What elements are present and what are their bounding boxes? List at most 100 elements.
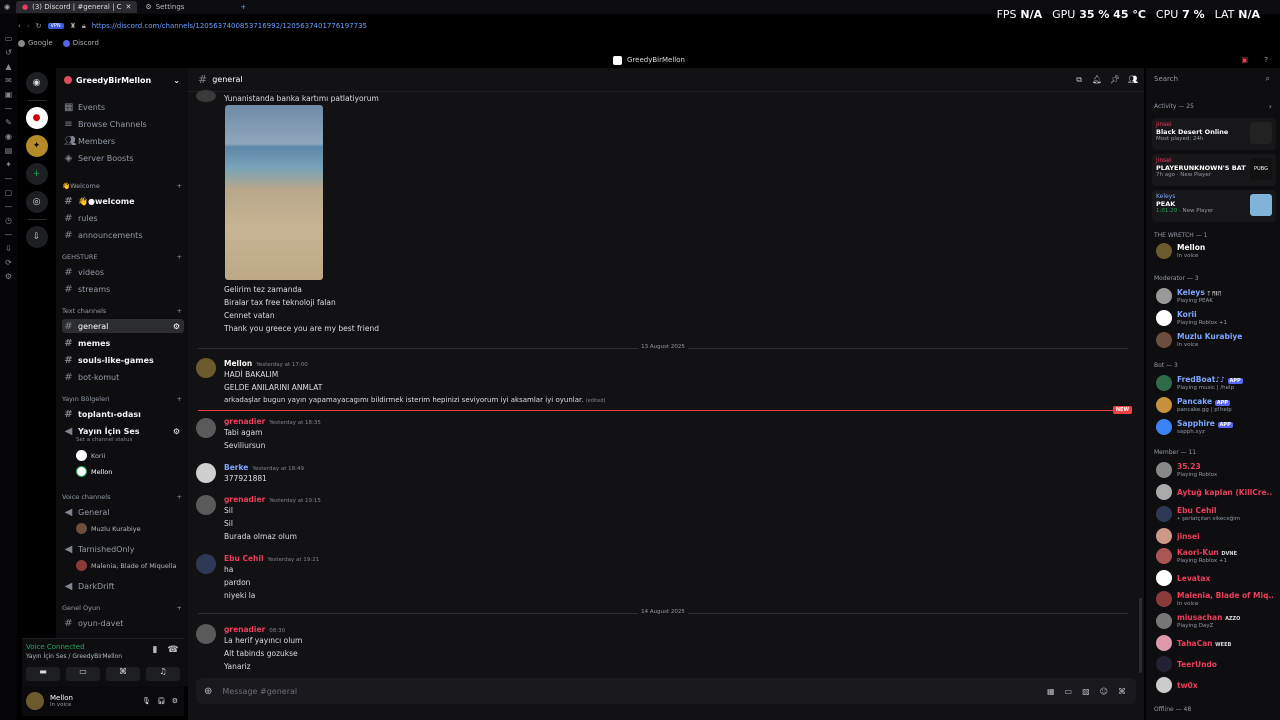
vpn-badge[interactable]: VPN: [47, 23, 64, 29]
voice-channel-tarnishedonly[interactable]: ◀ TarnishedOnly: [62, 542, 184, 556]
discord-home-icon[interactable]: ◉: [25, 72, 48, 94]
message-author[interactable]: grenadier Yesterday at 19:15: [224, 495, 321, 504]
refresh-icon[interactable]: ⟳: [5, 258, 12, 267]
history-icon[interactable]: ↺: [5, 48, 12, 57]
message-icon[interactable]: ▢: [5, 188, 13, 197]
add-attachment-icon[interactable]: ⊕: [204, 686, 212, 697]
avatar[interactable]: [196, 418, 216, 438]
disconnect-icon[interactable]: ☎: [167, 645, 178, 655]
lock-icon[interactable]: ▲: [5, 62, 11, 71]
new-tab-button[interactable]: +: [240, 3, 246, 11]
chevron-right-icon[interactable]: ›: [1269, 102, 1272, 111]
download-apps-icon[interactable]: ⇩: [25, 226, 48, 248]
sticker-icon[interactable]: ▧: [1082, 687, 1090, 696]
close-icon[interactable]: ✕: [126, 3, 132, 11]
category-text-channels[interactable]: Text channels +: [62, 307, 182, 315]
gift-icon[interactable]: ▦: [1047, 687, 1055, 696]
chat-icon[interactable]: ▣: [5, 90, 13, 99]
activity-header[interactable]: Activity — 25: [1154, 103, 1194, 110]
composer-placeholder[interactable]: Message #general: [222, 687, 297, 696]
mail-icon[interactable]: ✉: [5, 76, 12, 85]
channel-memes[interactable]: # memes: [62, 336, 184, 350]
bookmark-google[interactable]: Google: [18, 39, 53, 47]
members-icon[interactable]: 👥︎: [1128, 75, 1138, 84]
microphone-icon[interactable]: 🎙︎: [142, 697, 151, 705]
tab-discord[interactable]: ● (3) Discord | #general | C ✕: [16, 1, 138, 13]
sidebar-icon[interactable]: ▭: [5, 34, 13, 43]
pin-icon[interactable]: ✎: [5, 118, 12, 127]
bag-icon[interactable]: ▤: [5, 146, 13, 155]
channel-souls-like-games[interactable]: # souls-like-games: [62, 353, 184, 367]
threads-icon[interactable]: ⧉: [1076, 75, 1082, 85]
camera-button[interactable]: ▬: [26, 667, 60, 681]
sidebar-item-browse-channels[interactable]: ≡ Browse Channels: [62, 117, 184, 131]
sidebar-item-events[interactable]: ▦ Events: [62, 100, 184, 114]
member-item[interactable]: tw0x: [1156, 677, 1276, 693]
settings-icon[interactable]: ⚙: [172, 697, 178, 705]
member-item[interactable]: 35.23 Playing Roblox: [1156, 462, 1276, 478]
clock-icon[interactable]: ◷: [5, 216, 12, 225]
member-item[interactable]: Levatax: [1156, 570, 1276, 586]
signal-icon[interactable]: ▮: [150, 645, 160, 655]
bookmark-discord[interactable]: Discord: [62, 39, 99, 47]
reload-icon[interactable]: ↻: [36, 22, 42, 30]
channel-videos[interactable]: # videos: [62, 265, 184, 279]
category-gehsture[interactable]: GEHSTURE +: [62, 253, 182, 261]
member-item[interactable]: Aytuğ kaplan (KillCre...: [1156, 484, 1276, 500]
category-voice-channels[interactable]: Voice channels +: [62, 493, 182, 501]
server-greedybirmellon[interactable]: ●: [25, 107, 48, 129]
channel-toplanti-odasi[interactable]: # toplantı-odası: [62, 407, 184, 421]
voice-user[interactable]: Malenia, Blade of Miquella: [76, 560, 176, 571]
member-item[interactable]: Mellon In voice: [1156, 243, 1276, 259]
server-gold[interactable]: ✦: [25, 135, 48, 157]
help-icon[interactable]: ?: [1264, 56, 1268, 64]
activity-button[interactable]: ⌘: [106, 667, 140, 681]
message-author[interactable]: Ebu Cehil Yesterday at 19:21: [224, 554, 319, 563]
apps-icon[interactable]: ⌘: [1118, 687, 1126, 696]
sidebar-item-server-boosts[interactable]: ◈ Server Boosts: [62, 151, 184, 165]
member-item[interactable]: Korii Playing Roblox +1: [1156, 310, 1276, 326]
star-icon[interactable]: ✦: [5, 160, 12, 169]
channel-announcements[interactable]: # announcements: [62, 228, 184, 242]
activity-card[interactable]: jinsei PLAYERUNKNOWN'S BATT... 7h ago · …: [1152, 154, 1276, 186]
channel-welcome[interactable]: # 👋●welcome: [62, 194, 184, 208]
voice-user[interactable]: Korii: [76, 450, 105, 461]
server-header[interactable]: GreedyBirMellon ⌄: [56, 68, 188, 92]
scrollbar[interactable]: [1139, 598, 1142, 673]
inbox-icon[interactable]: ▣: [1241, 56, 1248, 64]
message-author[interactable]: Mellon Yesterday at 17:00: [224, 359, 308, 368]
member-item[interactable]: FredBoat♪♪ APP Playing music | /help: [1156, 375, 1276, 391]
category-yayin[interactable]: Yayın Bölgeleri +: [62, 395, 182, 403]
screen-share-button[interactable]: ▭: [66, 667, 100, 681]
headphones-icon[interactable]: 🎧︎: [157, 697, 166, 705]
activity-card[interactable]: jinsei Black Desert Online Most played: …: [1152, 118, 1276, 150]
download-icon[interactable]: ⇩: [5, 244, 12, 253]
voice-channel-yayin-icin-ses[interactable]: ◀ Yayın İçin Ses ⚙: [62, 424, 184, 438]
member-item[interactable]: TahaCan WEEB: [1156, 635, 1276, 651]
search-icon[interactable]: ⌕: [1266, 74, 1270, 84]
browser-logo-icon[interactable]: ◉: [0, 3, 14, 11]
voice-user[interactable]: Muzlu Kurabiye: [76, 523, 141, 534]
soundboard-button[interactable]: ♫: [146, 667, 180, 681]
activity-card[interactable]: Keleys PEAK 1:01:20 · New Player: [1152, 190, 1276, 222]
avatar[interactable]: [196, 495, 216, 515]
gif-icon[interactable]: ▭: [1065, 687, 1073, 696]
member-item[interactable]: Sapphire APP sapph.xyz: [1156, 419, 1276, 435]
category-welcome[interactable]: 👋Welcome +: [62, 182, 182, 190]
voice-channel-darkdrift[interactable]: ◀ DarkDrift: [62, 579, 184, 593]
explore-icon[interactable]: ◎: [25, 191, 48, 213]
member-item[interactable]: Ebu Cehil • şeriatçıları sikeceğim: [1156, 506, 1276, 522]
avatar[interactable]: [196, 90, 216, 102]
channel-oyun-davet[interactable]: # oyun-davet: [62, 616, 184, 630]
channel-rules[interactable]: # rules: [62, 211, 184, 225]
message-composer[interactable]: ⊕ Message #general ▦ ▭ ▧ ☺ ⌘: [196, 678, 1136, 704]
member-item[interactable]: Pancake APP pancake.gg | p!help: [1156, 397, 1276, 413]
channel-general[interactable]: # general ⚙: [62, 319, 184, 333]
pin-icon[interactable]: 📌︎: [1110, 75, 1120, 84]
avatar[interactable]: [196, 554, 216, 574]
bell-icon[interactable]: 🔔︎: [1092, 75, 1102, 84]
member-item[interactable]: TeerUndo: [1156, 656, 1276, 672]
member-item[interactable]: Muzlu Kurabiye In voice: [1156, 332, 1276, 348]
member-item[interactable]: jinsei: [1156, 528, 1276, 544]
avatar[interactable]: [196, 358, 216, 378]
